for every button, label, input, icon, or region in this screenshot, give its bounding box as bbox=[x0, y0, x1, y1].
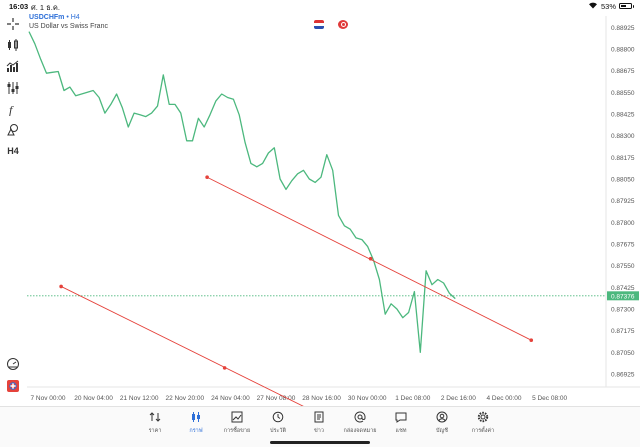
price-series-line bbox=[28, 31, 456, 353]
gear-icon bbox=[463, 410, 503, 424]
nav-mailbox[interactable]: กล่องจดหมาย bbox=[340, 410, 380, 435]
time-tick-label: 1 Dec 08:00 bbox=[395, 395, 430, 402]
chart-area[interactable]: 0.88925 0.88800 0.88675 0.88550 0.88425 0.883… bbox=[0, 0, 640, 410]
nav-news[interactable]: ข่าว bbox=[299, 410, 339, 435]
nav-label: การตั้งค่า bbox=[471, 428, 495, 434]
speedometer-icon[interactable] bbox=[5, 356, 21, 372]
chart-type-icon[interactable] bbox=[5, 37, 21, 53]
home-indicator bbox=[270, 441, 370, 444]
price-tick-label: 0.86925 bbox=[611, 371, 635, 378]
nav-label: กล่องจดหมาย bbox=[343, 428, 377, 434]
broker-logo-icon[interactable] bbox=[5, 378, 21, 394]
time-tick-label: 21 Nov 12:00 bbox=[120, 395, 159, 402]
chat-icon bbox=[381, 410, 421, 424]
arrows-updown-icon bbox=[135, 410, 175, 424]
time-tick-label: 24 Nov 04:00 bbox=[211, 395, 250, 402]
timeframe-label: H4 bbox=[7, 146, 19, 156]
time-tick-label: 5 Dec 08:00 bbox=[532, 395, 567, 402]
svg-text:f: f bbox=[9, 103, 14, 116]
price-tick-label: 0.88300 bbox=[611, 133, 635, 140]
crosshair-icon[interactable] bbox=[5, 16, 21, 32]
usd-flag-icon bbox=[314, 20, 324, 29]
price-tick-label: 0.88175 bbox=[611, 155, 635, 162]
time-tick-label: 27 Nov 08:00 bbox=[257, 395, 296, 402]
nav-label: แชท bbox=[395, 428, 407, 434]
nav-chart[interactable]: กราฟ bbox=[176, 410, 216, 435]
symbol-timeframe[interactable]: H4 bbox=[71, 14, 80, 21]
objects-icon[interactable] bbox=[5, 122, 21, 138]
news-icon bbox=[299, 410, 339, 424]
symbol-description: US Dollar vs Swiss Franc bbox=[29, 23, 108, 30]
price-tick-label: 0.88050 bbox=[611, 176, 635, 183]
nav-chat[interactable]: แชท bbox=[381, 410, 421, 435]
symbol-header: USDCHFm • H4 US Dollar vs Swiss Franc bbox=[29, 13, 108, 31]
trendline-anchor-point bbox=[529, 338, 534, 342]
price-tick-label: 0.88675 bbox=[611, 68, 635, 75]
trendline bbox=[60, 286, 307, 409]
price-tick-label: 0.87550 bbox=[611, 263, 635, 270]
nav-trade[interactable]: การซื้อขาย bbox=[217, 410, 257, 435]
nav-label: ข่าว bbox=[314, 428, 324, 434]
time-tick-label: 22 Nov 20:00 bbox=[165, 395, 204, 402]
time-tick-label: 4 Dec 00:00 bbox=[486, 395, 521, 402]
trendline-anchor-point bbox=[368, 256, 373, 261]
trendline-anchor-point bbox=[222, 366, 227, 370]
price-tick-label: 0.87050 bbox=[611, 350, 635, 357]
nav-label: บัญชี bbox=[436, 428, 448, 434]
trendline-anchor-point bbox=[205, 175, 209, 180]
timeframe-button[interactable]: H4 bbox=[5, 143, 21, 159]
nav-label: การซื้อขาย bbox=[223, 428, 251, 434]
time-tick-label: 7 Nov 00:00 bbox=[30, 395, 65, 402]
account-icon bbox=[422, 410, 462, 424]
nav-label: ราคา bbox=[148, 428, 162, 434]
candlestick-icon bbox=[176, 410, 216, 424]
price-chart[interactable]: 0.88925 0.88800 0.88675 0.88550 0.88425 0.883… bbox=[0, 0, 640, 410]
price-tick-label: 0.87925 bbox=[611, 198, 635, 205]
nav-quotes[interactable]: ราคา bbox=[135, 410, 175, 435]
left-toolbar: f H4 bbox=[0, 18, 26, 400]
settings-sliders-icon[interactable] bbox=[5, 80, 21, 96]
price-tick-label: 0.87175 bbox=[611, 328, 635, 335]
time-tick-label: 2 Dec 16:00 bbox=[441, 395, 476, 402]
price-tick-label: 0.87800 bbox=[611, 220, 635, 227]
nav-settings[interactable]: การตั้งค่า bbox=[463, 410, 503, 435]
price-tick-label: 0.88425 bbox=[611, 111, 635, 118]
at-mail-icon bbox=[340, 410, 380, 424]
chf-flag-icon bbox=[338, 20, 348, 29]
history-icon bbox=[258, 410, 298, 424]
price-tick-label: 0.87675 bbox=[611, 241, 635, 248]
nav-label: ประวัติ bbox=[269, 428, 287, 434]
time-tick-label: 20 Nov 04:00 bbox=[74, 395, 113, 402]
time-tick-label: 28 Nov 16:00 bbox=[302, 395, 341, 402]
time-tick-label: 30 Nov 00:00 bbox=[348, 395, 387, 402]
function-icon[interactable]: f bbox=[5, 101, 21, 117]
nav-account[interactable]: บัญชี bbox=[422, 410, 462, 435]
trendline-anchor-point bbox=[59, 284, 63, 289]
nav-history[interactable]: ประวัติ bbox=[258, 410, 298, 435]
price-tick-label: 0.87425 bbox=[611, 285, 635, 292]
currency-flags bbox=[314, 20, 348, 30]
trade-chart-icon bbox=[217, 410, 257, 424]
price-tick-label: 0.88800 bbox=[611, 46, 635, 53]
price-tick-label: 0.87300 bbox=[611, 306, 635, 313]
symbol-name[interactable]: USDCHFm bbox=[29, 14, 64, 21]
indicators-icon[interactable] bbox=[5, 59, 21, 75]
nav-label: กราฟ bbox=[189, 428, 203, 434]
current-price-label: 0.87376 bbox=[611, 293, 635, 300]
price-tick-label: 0.88550 bbox=[611, 90, 635, 97]
price-tick-label: 0.88925 bbox=[611, 25, 635, 32]
